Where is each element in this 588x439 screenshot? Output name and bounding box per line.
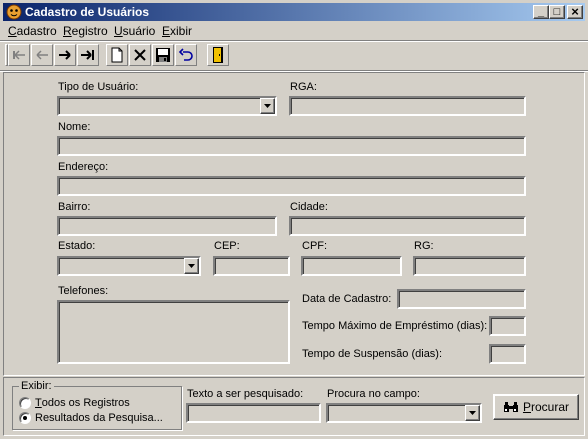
tempo-emprestimo-label: Tempo Máximo de Empréstimo (dias): [302,320,488,332]
endereco-field[interactable] [57,176,526,196]
menu-cadastro[interactable]: Cadastro [8,24,57,38]
next-record-icon [59,50,71,60]
estado-dropdown-button[interactable] [184,258,199,274]
rg-field[interactable] [413,256,526,276]
cpf-label: CPF: [302,240,328,252]
delete-record-icon [134,49,146,61]
search-field-dropdown-button[interactable] [465,405,480,421]
cep-field[interactable] [213,256,290,276]
tipo-usuario-label: Tipo de Usuário: [58,81,139,93]
minimize-button[interactable]: _ [533,5,549,19]
cpf-field[interactable] [301,256,402,276]
option-search-results[interactable]: Resultados da Pesquisa... [19,412,163,424]
cep-label: CEP: [214,240,240,252]
data-cadastro-field [397,289,526,309]
chevron-down-icon [188,264,195,268]
first-record-button[interactable] [8,44,30,66]
estado-label: Estado: [58,240,96,252]
bairro-label: Bairro: [58,201,91,213]
close-icon: × [571,4,579,19]
menu-bar: Cadastro Registro Usuário Exibir [3,22,585,40]
new-record-button[interactable] [106,44,128,66]
tempo-suspensao-field[interactable] [489,344,526,364]
menu-usuario[interactable]: Usuário [114,24,155,38]
endereco-label: Endereço: [58,161,109,173]
first-record-icon [13,50,25,60]
exit-button[interactable] [207,44,229,66]
binoculars-icon [503,402,518,412]
maximize-icon: □ [553,6,561,18]
tipo-usuario-dropdown-button[interactable] [260,98,275,114]
rga-field[interactable] [289,96,526,116]
cidade-label: Cidade: [290,201,328,213]
telefones-textarea[interactable] [57,300,290,364]
undo-button[interactable] [175,44,197,66]
tempo-suspensao-label: Tempo de Suspensão (dias): [302,348,443,360]
bairro-field[interactable] [57,216,277,236]
exit-door-icon [213,47,223,63]
search-button[interactable]: Procurar [493,394,579,420]
search-text-field[interactable] [186,403,321,423]
save-record-icon [156,48,170,62]
cidade-field[interactable] [289,216,526,236]
search-field-select[interactable] [326,403,482,423]
data-cadastro-label: Data de Cadastro: [302,293,392,305]
radio-all-records[interactable] [19,397,31,409]
previous-record-icon [36,50,48,60]
radio-search-results[interactable] [19,412,31,424]
title-bar[interactable]: Cadastro de Usuários _ □ × [3,3,585,21]
display-options-title: Exibir: [19,380,54,392]
search-button-label: Procurar [522,400,570,414]
display-options-group: Exibir: Todos os Registros Resultados da… [12,380,182,430]
previous-record-button[interactable] [31,44,53,66]
menu-exibir[interactable]: Exibir [162,24,192,38]
last-record-icon [81,50,94,60]
user-registration-window: Cadastro de Usuários _ □ × Cadastro Regi… [0,0,588,439]
search-field-label: Procura no campo: [327,388,420,400]
chevron-down-icon [469,411,476,415]
estado-select[interactable] [57,256,201,276]
undo-icon [178,48,193,61]
menu-registro[interactable]: Registro [63,24,108,38]
chevron-down-icon [264,104,271,108]
search-panel: Exibir: Todos os Registros Resultados da… [3,377,585,436]
new-record-icon [111,47,123,63]
toolbar [3,42,585,70]
search-text-label: Texto a ser pesquisado: [187,388,304,400]
tipo-usuario-select[interactable] [57,96,277,116]
save-record-button[interactable] [152,44,174,66]
app-icon [6,4,22,20]
delete-record-button[interactable] [129,44,151,66]
window-title: Cadastro de Usuários [25,5,150,19]
minimize-icon: _ [537,6,545,18]
option-all-records[interactable]: Todos os Registros [19,397,130,409]
nome-label: Nome: [58,121,91,133]
next-record-button[interactable] [54,44,76,66]
rg-label: RG: [414,240,434,252]
telefones-label: Telefones: [58,285,109,297]
tempo-emprestimo-field[interactable] [489,316,526,336]
close-button[interactable]: × [567,5,583,19]
maximize-button[interactable]: □ [549,5,565,19]
rga-label: RGA: [290,81,317,93]
last-record-button[interactable] [77,44,99,66]
nome-field[interactable] [57,136,526,156]
